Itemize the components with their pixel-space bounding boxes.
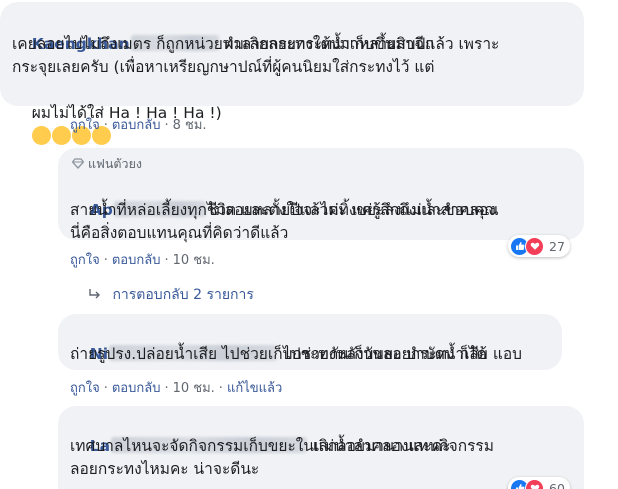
reaction-count: 60: [549, 480, 565, 489]
comment-line: เคยลอยไปไม่ถึงเมตร ก็ถูกหน่วยทำลายกระทงใ…: [12, 35, 435, 53]
separator-dot: ·: [103, 118, 108, 133]
comment-actions: ถูกใจ · ตอบกลับ · 8 ชม.: [70, 114, 207, 135]
separator-dot: ·: [164, 118, 169, 133]
view-replies-link[interactable]: การตอบกลับ 2 รายการ: [88, 284, 254, 306]
top-fan-badge: แฟนตัวยง: [71, 154, 142, 174]
separator-dot: ·: [164, 381, 169, 396]
like-link[interactable]: ถูกใจ: [70, 118, 100, 133]
sweat-smile-emoji: [51, 126, 71, 145]
separator-dot: ·: [103, 253, 108, 268]
like-link[interactable]: ถูกใจ: [70, 253, 100, 268]
timestamp[interactable]: 8 ชม.: [173, 118, 207, 133]
love-reaction-icon: [525, 478, 544, 489]
comment-line: ลอยกระทงไหมคะ น่าจะดีนะ: [70, 460, 260, 478]
reply-link[interactable]: ตอบกลับ: [112, 118, 161, 133]
reaction-summary[interactable]: 27: [508, 235, 570, 257]
like-link[interactable]: ถูกใจ: [70, 381, 100, 396]
separator-dot: ·: [164, 253, 169, 268]
separator-dot: ·: [218, 381, 223, 396]
separator-dot: ·: [103, 381, 108, 396]
diamond-icon: [71, 158, 85, 169]
timestamp[interactable]: 10 ชม.: [173, 381, 215, 396]
comment-line: กระจุยเลยครับ (เพื่อหาเหรียญกษาปณ์ที่ผู้…: [12, 58, 435, 76]
reaction-count: 27: [549, 238, 565, 254]
love-reaction-icon: [525, 236, 544, 256]
timestamp[interactable]: 10 ชม.: [173, 253, 215, 268]
comment-line: ถ่ายรูปรง.ปล่อยน้ำเสีย ไปช่วยเก็บกระทงหล…: [70, 345, 487, 363]
comment-line: สายน้ำที่หล่อเลี้ยงทุกชีวิต และตั้งใจจะไ…: [70, 201, 496, 219]
edited-link[interactable]: แก้ไขแล้ว: [227, 381, 282, 396]
comment-line: เทศบาลไหนจะจัดกิจกรรมเก็บขยะในแม่น้ำลำคล…: [70, 437, 494, 455]
reaction-summary[interactable]: 60: [508, 477, 570, 489]
reply-link[interactable]: ตอบกลับ: [112, 253, 161, 268]
comments-panel: Kaengkhan ผมเลิกลอยกระทงมาหลายสิบปีแล้ว …: [0, 0, 618, 489]
rofl-emoji: [31, 126, 51, 145]
comment-actions: ถูกใจ · ตอบกลับ · 10 ชม.: [70, 249, 215, 270]
reply-link[interactable]: ตอบกลับ: [112, 381, 161, 396]
comment-line: นี่คือสิ่งตอบแทนคุณที่คิดว่าดีแล้ว: [70, 224, 289, 242]
comment-actions: ถูกใจ · ตอบกลับ · 10 ชม. · แก้ไขแล้ว: [70, 377, 282, 398]
reply-arrow-icon: [89, 289, 100, 299]
